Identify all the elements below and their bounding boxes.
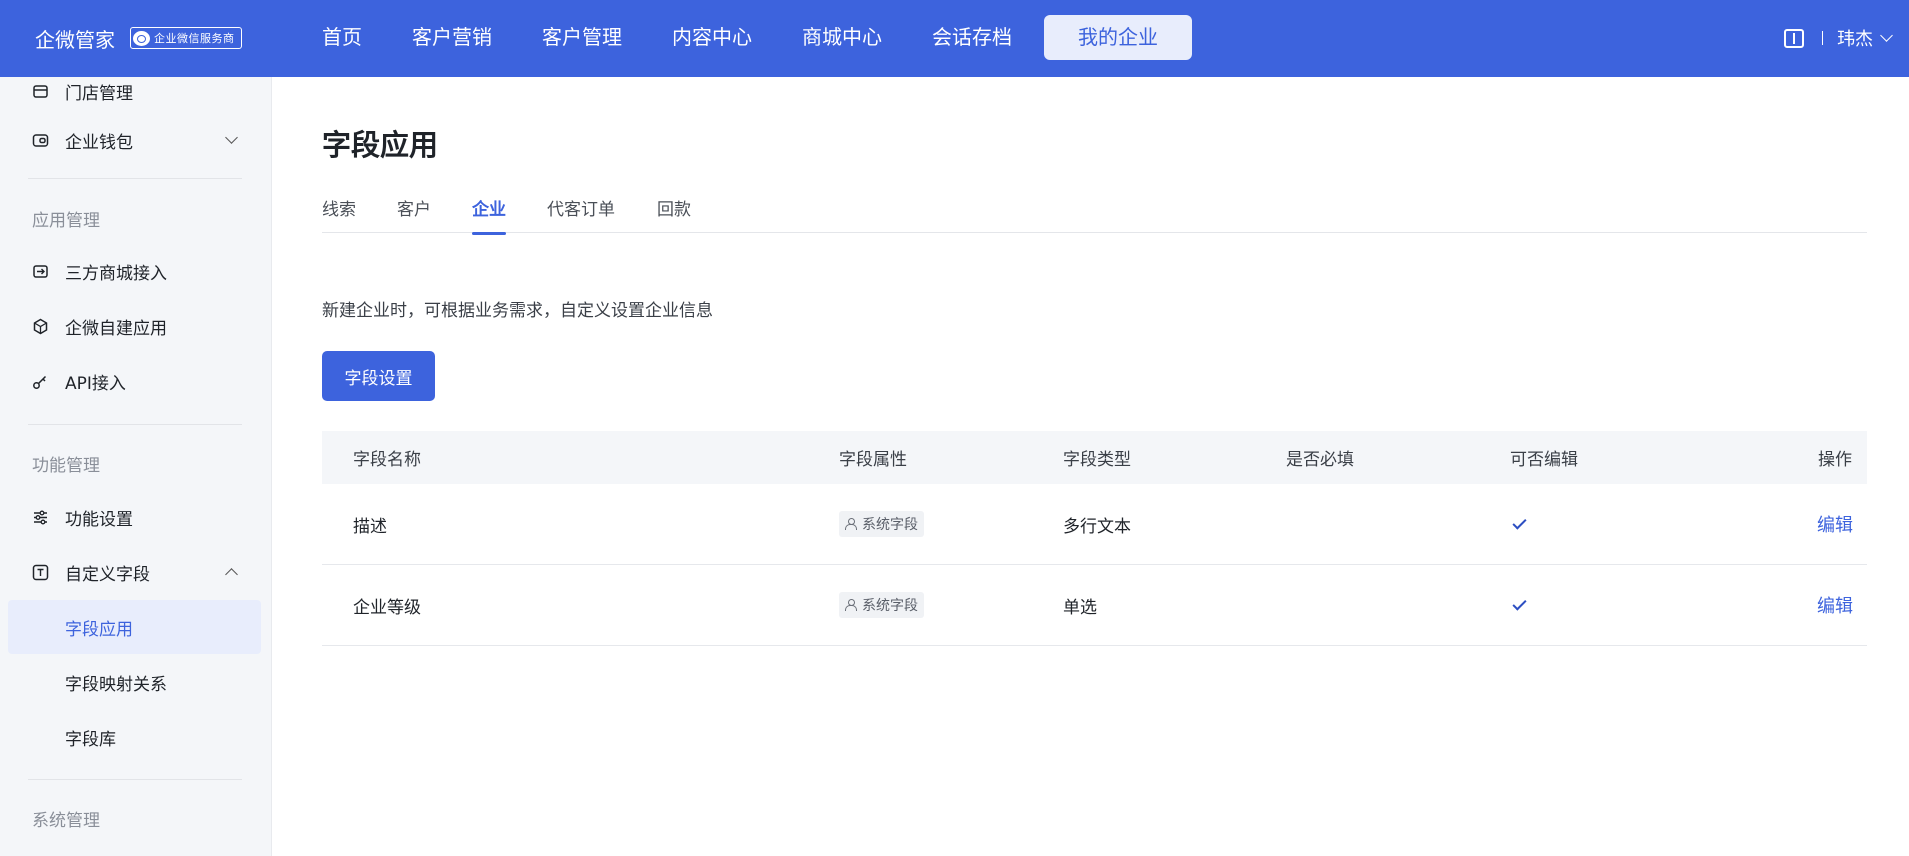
user-icon [845,518,857,530]
tab-enterprise[interactable]: 企业 [472,195,506,235]
edit-link[interactable]: 编辑 [1817,511,1853,537]
sidebar-divider [28,178,242,179]
sidebar-item-label: 门店管理 [65,83,133,104]
system-field-tag: 系统字段 [839,511,924,537]
sliders-icon [34,510,47,524]
row-actions: 编辑 [1767,484,1867,564]
field-name: 描述 [353,516,387,537]
page-description: 新建企业时，可根据业务需求，自定义设置企业信息 [322,301,713,321]
sidebar-item-wecom-app[interactable]: 企微自建应用 [0,299,271,353]
sidebar-item-label: 企业钱包 [65,132,133,153]
tab-payments[interactable]: 回款 [657,195,691,233]
book-icon[interactable] [1783,28,1804,48]
page-title: 字段应用 [322,128,439,162]
divider [1821,31,1823,45]
nav-session-archive[interactable]: 会话存档 [914,15,1030,60]
nav-customer-management[interactable]: 客户管理 [524,15,640,60]
top-navigation-bar: 企微管家 企业微信服务商 首页 客户营销 客户管理 内容中心 商城中心 会话存档… [0,0,1909,77]
nav-my-enterprise[interactable]: 我的企业 [1044,15,1192,60]
column-header-required: 是否必填 [1286,450,1354,470]
sidebar-group-func: 功能管理 [32,456,100,476]
sidebar-item-func-settings[interactable]: 功能设置 [0,490,271,544]
table-row: 描述 系统字段 多行文本 编辑 [322,484,1867,565]
tab-agent-orders[interactable]: 代客订单 [547,195,615,233]
sidebar-item-label: 功能设置 [65,509,133,530]
sidebar-subitem-field-application[interactable]: 字段应用 [8,600,261,654]
sidebar-divider [28,424,242,425]
system-field-tag: 系统字段 [839,592,924,618]
sidebar-item-label: 三方商城接入 [65,263,167,284]
tab-customer[interactable]: 客户 [397,195,431,233]
key-icon [33,375,47,389]
check-icon [1512,595,1527,611]
user-area: 玮杰 [1783,24,1893,52]
sidebar-item-label: 企微自建应用 [65,318,167,339]
tag-label: 系统字段 [862,598,918,614]
field-attribute: 系统字段 [839,484,924,564]
nav-home[interactable]: 首页 [304,15,380,60]
sidebar-item-custom-fields[interactable]: 自定义字段 [0,545,271,599]
column-header-actions: 操作 [1818,450,1852,470]
column-header-attribute: 字段属性 [839,450,907,470]
sidebar: 门店管理 企业钱包 应用管理 三方商城接入 企微自建应用 API接入 功能管理 … [0,77,272,856]
shop-connect-icon [33,264,48,278]
sidebar-subitem-field-mapping[interactable]: 字段映射关系 [0,655,271,709]
field-settings-button[interactable]: 字段设置 [322,351,435,401]
service-provider-badge: 企业微信服务商 [130,27,242,49]
field-name: 企业等级 [353,597,421,618]
main-content: 字段应用 线索 客户 企业 代客订单 回款 新建企业时，可根据业务需求，自定义设… [272,77,1909,856]
chevron-down-icon [225,131,238,144]
chevron-down-icon[interactable] [1880,29,1893,42]
text-field-icon [32,564,49,580]
sidebar-group-app: 应用管理 [32,211,100,231]
tab-leads[interactable]: 线索 [322,195,356,233]
row-actions: 编辑 [1767,565,1867,645]
user-name[interactable]: 玮杰 [1837,25,1873,51]
nav-mall-center[interactable]: 商城中心 [784,15,900,60]
check-icon [1512,514,1527,530]
user-icon [845,599,857,611]
sidebar-divider [28,779,242,780]
brand-name: 企微管家 [35,27,115,52]
table-row: 企业等级 系统字段 单选 编辑 [322,565,1867,646]
cube-icon [33,318,48,334]
main-nav: 首页 客户营销 客户管理 内容中心 商城中心 会话存档 我的企业 [304,15,1206,60]
tag-label: 系统字段 [862,517,918,533]
tab-bar: 线索 客户 企业 代客订单 回款 [322,195,1867,235]
sidebar-subitem-label: 字段库 [65,729,116,750]
sidebar-item-third-party-mall[interactable]: 三方商城接入 [0,244,271,298]
sidebar-item-api[interactable]: API接入 [0,354,271,408]
sidebar-item-wallet[interactable]: 企业钱包 [0,113,271,167]
field-type: 多行文本 [1063,516,1131,537]
column-header-name: 字段名称 [353,450,421,470]
sidebar-item-label: API接入 [65,373,126,394]
table-header: 字段名称 字段属性 字段类型 是否必填 可否编辑 操作 [322,431,1867,484]
sidebar-group-system: 系统管理 [32,811,100,831]
column-header-type: 字段类型 [1063,450,1131,470]
store-icon [33,84,48,98]
field-type: 单选 [1063,597,1097,618]
chevron-up-icon [225,568,238,581]
sidebar-subitem-label: 字段映射关系 [65,674,167,695]
sidebar-item-store[interactable]: 门店管理 [0,77,271,118]
badge-text: 企业微信服务商 [154,32,235,45]
fields-table: 字段名称 字段属性 字段类型 是否必填 可否编辑 操作 描述 系统字段 多行文本… [322,431,1867,646]
field-attribute: 系统字段 [839,565,924,645]
brand[interactable]: 企微管家 企业微信服务商 [35,22,242,54]
field-editable [1510,484,1527,564]
edit-link[interactable]: 编辑 [1817,592,1853,618]
column-header-editable: 可否编辑 [1510,450,1578,470]
wallet-icon [32,133,49,147]
nav-customer-marketing[interactable]: 客户营销 [394,15,510,60]
sidebar-subitem-label: 字段应用 [65,619,133,640]
nav-content-center[interactable]: 内容中心 [654,15,770,60]
field-editable [1510,565,1527,645]
sidebar-subitem-field-library[interactable]: 字段库 [0,710,271,764]
wecom-logo-icon [133,30,150,46]
sidebar-item-label: 自定义字段 [65,564,150,585]
